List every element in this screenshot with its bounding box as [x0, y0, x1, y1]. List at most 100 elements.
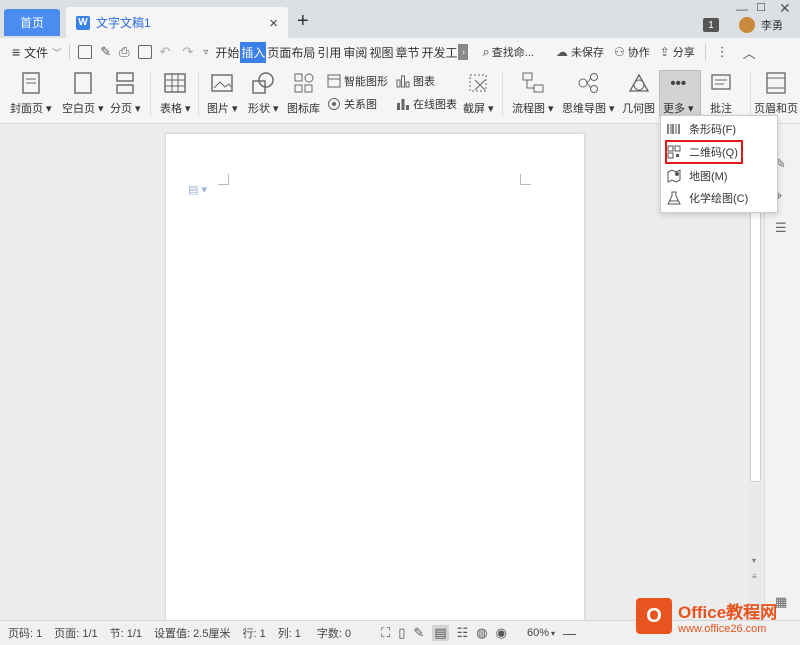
new-tab-button[interactable]: +: [297, 10, 309, 33]
write-mode-icon[interactable]: ✎: [413, 625, 424, 641]
settings-sliders-icon[interactable]: ☰: [775, 220, 787, 236]
smartart-button[interactable]: 智能图形: [327, 73, 388, 89]
scroll-prev-page-icon[interactable]: ≡: [752, 572, 757, 581]
share-button[interactable]: 分享: [673, 44, 695, 60]
geometry-icon: [628, 72, 650, 94]
table-button[interactable]: 表格 ▾: [160, 72, 191, 116]
page-view-icon[interactable]: ▤: [432, 625, 449, 641]
ellipsis-icon: •••: [670, 74, 687, 92]
print-icon[interactable]: ⎙: [119, 44, 129, 60]
menu-item-map[interactable]: 地图(M): [667, 165, 771, 187]
relation-chart-button[interactable]: 关系图: [327, 96, 377, 112]
tab-view[interactable]: 视图: [368, 42, 394, 63]
chevron-down-icon[interactable]: ﹀: [52, 46, 61, 59]
header-footer-button[interactable]: 页眉和页: [752, 72, 800, 116]
fullscreen-icon[interactable]: ⛶: [381, 625, 390, 641]
zoom-dropdown-icon[interactable]: ▾: [551, 629, 555, 638]
close-tab-icon[interactable]: ×: [269, 15, 278, 32]
mindmap-button[interactable]: 思维导图 ▾: [562, 72, 615, 116]
avatar[interactable]: [739, 17, 755, 33]
table-label: 表格: [160, 103, 182, 115]
zoom-level[interactable]: 60%: [527, 627, 549, 639]
geometry-button[interactable]: 几何图: [622, 72, 655, 116]
smartart-icon: [327, 74, 341, 88]
more-button-content[interactable]: ••• 更多 ▾: [663, 72, 694, 116]
barcode-icon: [667, 122, 681, 136]
status-pages[interactable]: 页面: 1/1: [54, 625, 97, 641]
format-painter-icon[interactable]: ✎: [100, 44, 111, 60]
chart-button[interactable]: 图表: [396, 73, 435, 89]
tab-insert[interactable]: 插入: [240, 41, 267, 63]
tab-start[interactable]: 开始: [214, 42, 240, 63]
save-icon[interactable]: [78, 45, 93, 59]
cover-page-button[interactable]: 封面页 ▾: [10, 72, 52, 116]
shape-button[interactable]: 形状 ▾: [248, 72, 279, 116]
tab-review[interactable]: 审阅: [342, 42, 368, 63]
blank-page-button[interactable]: 空白页 ▾: [62, 72, 104, 116]
online-chart-button[interactable]: 在线图表: [396, 96, 457, 112]
quick-access-dropdown-icon[interactable]: ▿: [203, 47, 208, 58]
undo-icon[interactable]: ↶: [160, 44, 171, 60]
web-view-icon[interactable]: ◍: [476, 625, 487, 641]
status-word-count[interactable]: 字数: 0: [317, 625, 351, 641]
page-break-label: 分页: [110, 103, 132, 115]
watermark-title: Office教程网: [678, 602, 778, 622]
maximize-icon[interactable]: ☐: [756, 1, 766, 14]
tab-document[interactable]: W 文字文稿1 ×: [66, 7, 288, 38]
close-window-icon[interactable]: ✕: [779, 0, 791, 17]
document-page[interactable]: ▤ ▾: [166, 134, 584, 620]
scroll-down-icon[interactable]: ▾: [752, 556, 756, 565]
mindmap-icon: [577, 72, 599, 94]
eye-protection-icon[interactable]: ◉: [496, 625, 507, 641]
flowchart-icon: [522, 72, 544, 94]
paragraph-marker-icon[interactable]: ▤ ▾: [188, 183, 207, 196]
chart-icon: [396, 74, 410, 88]
icon-library-button[interactable]: 图标库: [287, 72, 320, 116]
reading-mode-icon[interactable]: ▯: [398, 625, 405, 641]
unsaved-status[interactable]: 未保存: [571, 44, 604, 60]
minimize-icon[interactable]: —: [736, 2, 748, 16]
flowchart-label: 流程图: [512, 103, 545, 115]
status-col[interactable]: 列: 1: [278, 625, 301, 641]
zoom-out-icon[interactable]: —: [563, 626, 576, 641]
icon-library-label: 图标库: [287, 103, 320, 115]
menu-bar: ≡ 文件 ﹀ ✎ ⎙ ↶ ↷ ▿ 开始 插入 页面布局 引用 审阅 视图 章节 …: [0, 38, 800, 66]
menu-hamburger-icon[interactable]: ≡: [12, 44, 20, 60]
status-row[interactable]: 行: 1: [242, 625, 265, 641]
status-section[interactable]: 节: 1/1: [110, 625, 142, 641]
search-command[interactable]: 查找命...: [492, 44, 534, 60]
user-area[interactable]: 1 李勇: [703, 17, 783, 33]
status-setting[interactable]: 设置值: 2.5厘米: [154, 625, 230, 641]
tab-section[interactable]: 章节: [394, 42, 420, 63]
tab-references[interactable]: 引用: [316, 42, 342, 63]
status-page[interactable]: 页码: 1: [8, 625, 42, 641]
menu-item-qrcode[interactable]: 二维码(Q): [665, 140, 743, 164]
flowchart-button[interactable]: 流程图 ▾: [512, 72, 554, 116]
geometry-label: 几何图: [622, 103, 655, 115]
menu-item-barcode[interactable]: 条形码(F): [667, 118, 771, 140]
redo-icon[interactable]: ↷: [182, 44, 193, 60]
comment-button[interactable]: 批注: [710, 72, 732, 116]
picture-button[interactable]: 图片 ▾: [207, 72, 238, 116]
tab-page-layout[interactable]: 页面布局: [266, 42, 316, 63]
page-break-icon: [114, 72, 136, 94]
user-name[interactable]: 李勇: [761, 17, 783, 33]
cover-page-label: 封面页: [10, 103, 43, 115]
print-preview-icon[interactable]: [137, 45, 152, 59]
collapse-ribbon-icon[interactable]: ︿: [743, 43, 756, 62]
page-break-button[interactable]: 分页 ▾: [110, 72, 141, 116]
menu-item-chemistry[interactable]: 化学绘图(C): [667, 187, 771, 209]
outline-view-icon[interactable]: ☷: [457, 625, 469, 641]
search-icon[interactable]: ⌕: [482, 44, 489, 60]
menu-item-label: 条形码(F): [689, 124, 737, 136]
more-options-icon[interactable]: ⋮: [716, 44, 729, 60]
tab-developer[interactable]: 开发工: [420, 42, 458, 63]
shape-label: 形状: [248, 103, 270, 115]
tabs-scroll-right-icon[interactable]: ›: [458, 44, 469, 60]
collaborate-button[interactable]: 协作: [628, 44, 650, 60]
tab-home[interactable]: 首页: [4, 9, 60, 36]
menu-item-label: 化学绘图(C): [689, 193, 749, 205]
file-menu[interactable]: 文件: [24, 44, 48, 61]
screenshot-button[interactable]: 截屏 ▾: [463, 72, 494, 116]
notification-badge[interactable]: 1: [703, 18, 719, 32]
